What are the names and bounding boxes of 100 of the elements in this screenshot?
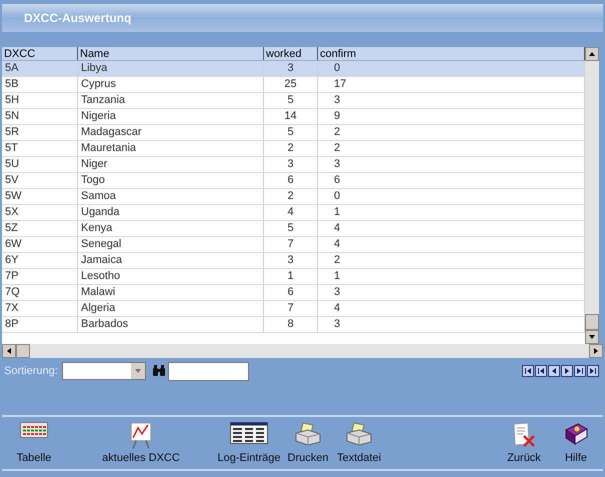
table-cell: 2	[287, 142, 294, 154]
table-cell: Algeria	[81, 302, 116, 314]
table-cell: 7	[287, 302, 294, 314]
first-record-icon[interactable]	[522, 365, 534, 377]
table-row[interactable]: 5R Madagascar 5 2	[2, 125, 585, 141]
table-cell: 6Y	[5, 254, 18, 266]
table-cell: Barbados	[81, 318, 128, 330]
table-cell: 3	[334, 286, 340, 298]
document-delete-icon	[512, 422, 536, 448]
table-row[interactable]: 5B Cyprus 25 17	[2, 77, 585, 93]
toolbar-button[interactable]: Log-Einträge	[216, 420, 282, 466]
table-cell: 5R	[5, 126, 20, 138]
table-row[interactable]: 7X Algeria 7 4	[2, 301, 585, 317]
toolbar-button[interactable]: aktuelles DXCC	[66, 420, 216, 466]
table-cell: 9	[334, 110, 340, 122]
table-row[interactable]: 5T Mauretania 2 2	[2, 141, 585, 157]
column-header[interactable]: worked	[264, 47, 318, 60]
window-title: DXCC-Auswertunq	[24, 10, 132, 27]
scroll-thumb[interactable]	[16, 344, 30, 358]
table-cell: 4	[334, 302, 340, 314]
table-cell: 3	[287, 158, 294, 170]
prev-page-record-icon[interactable]	[535, 365, 547, 377]
table-cell: Tanzania	[81, 94, 126, 106]
table-cell: Niger	[81, 158, 108, 170]
table-row[interactable]: 5A Libya 3 0	[2, 61, 585, 77]
table-row[interactable]: 5X Uganda 4 1	[2, 205, 585, 221]
table-cell: 7P	[5, 270, 18, 282]
search-field[interactable]	[168, 362, 249, 380]
table-cell: 14	[284, 110, 297, 122]
table-cell: 3	[334, 318, 340, 330]
table-row[interactable]: 5N Nigeria 14 9	[2, 109, 585, 125]
prev-record-icon[interactable]	[548, 365, 560, 377]
binoculars-icon[interactable]	[152, 365, 166, 377]
table-cell: 5H	[5, 94, 20, 106]
table-cell: 5	[287, 94, 294, 106]
table-cell: 3	[287, 62, 294, 74]
vertical-scrollbar[interactable]	[585, 47, 599, 344]
table-cell: 8	[287, 318, 294, 330]
toolbar-button[interactable]: Tabelle	[2, 420, 66, 466]
table-cell: Madagascar	[81, 126, 142, 138]
column-header[interactable]: Name	[78, 47, 264, 60]
table-cell: 5Z	[5, 222, 18, 234]
table-cell: 17	[334, 78, 346, 90]
printer-icon	[345, 422, 373, 446]
scroll-left-icon[interactable]	[2, 344, 16, 358]
last-record-icon[interactable]	[587, 365, 599, 377]
sort-dropdown[interactable]	[62, 362, 146, 380]
table-cell: 5X	[5, 206, 18, 218]
table-row[interactable]: 5V Togo 6 6	[2, 173, 585, 189]
table-cell: 3	[334, 158, 340, 170]
help-book-icon	[563, 422, 589, 446]
column-header[interactable]: DXCC	[2, 47, 78, 60]
horizontal-scrollbar[interactable]	[2, 344, 603, 358]
table-cell: 5A	[5, 62, 18, 74]
table-row[interactable]: 5Z Kenya 5 4	[2, 221, 585, 237]
next-page-record-icon[interactable]	[574, 365, 586, 377]
scroll-up-icon[interactable]	[585, 47, 599, 61]
table-row[interactable]: 8P Barbados 8 3	[2, 317, 585, 333]
table-row[interactable]: 5W Samoa 2 0	[2, 189, 585, 205]
table-cell: 0	[334, 62, 340, 74]
table-cell: 2	[334, 254, 340, 266]
scroll-down-icon[interactable]	[585, 330, 599, 344]
table-row[interactable]: 5H Tanzania 5 3	[2, 93, 585, 109]
table-cell: Nigeria	[81, 110, 116, 122]
table-row[interactable]: 5U Niger 3 3	[2, 157, 585, 173]
table-cell: 2	[334, 126, 340, 138]
toolbar-button[interactable]: Drucken	[282, 420, 334, 466]
scroll-thumb[interactable]	[585, 314, 599, 330]
toolbar-button[interactable]: Hilfe	[549, 420, 603, 466]
table-cell: 6	[334, 174, 340, 186]
toolbar-button[interactable]: Textdatei	[334, 420, 384, 466]
log-table-icon	[230, 422, 268, 444]
toolbar-button[interactable]: Zurück	[499, 420, 549, 466]
table-cell: 1	[334, 206, 340, 218]
table-cell: Togo	[81, 174, 105, 186]
table-cell: 0	[334, 190, 340, 202]
table-row[interactable]: 6Y Jamaica 3 2	[2, 253, 585, 269]
table-cell: 6W	[5, 238, 22, 250]
table-cell: 7X	[5, 302, 18, 314]
table-cell: Senegal	[81, 238, 122, 250]
scroll-right-icon[interactable]	[589, 344, 603, 358]
table-cell: 5W	[5, 190, 22, 202]
table-row[interactable]: 6W Senegal 7 4	[2, 237, 585, 253]
table-cell: 25	[284, 78, 297, 90]
table-cell: 5	[287, 126, 294, 138]
table-cell: 2	[287, 190, 294, 202]
table-cell: 5B	[5, 78, 18, 90]
table-cell: 2	[334, 142, 340, 154]
table-row[interactable]: 7Q Malawi 6 3	[2, 285, 585, 301]
table-cell: Mauretania	[81, 142, 136, 154]
table-cell: Lesotho	[81, 270, 120, 282]
table-cell: Libya	[81, 62, 108, 74]
table-cell: Malawi	[81, 286, 116, 298]
chart-icon	[128, 422, 154, 450]
table-cell: 1	[334, 270, 340, 282]
table-cell: 3	[334, 94, 340, 106]
table-cell: 4	[287, 206, 294, 218]
next-record-icon[interactable]	[561, 365, 573, 377]
table-row[interactable]: 7P Lesotho 1 1	[2, 269, 585, 285]
table-cell: 5	[287, 222, 294, 234]
